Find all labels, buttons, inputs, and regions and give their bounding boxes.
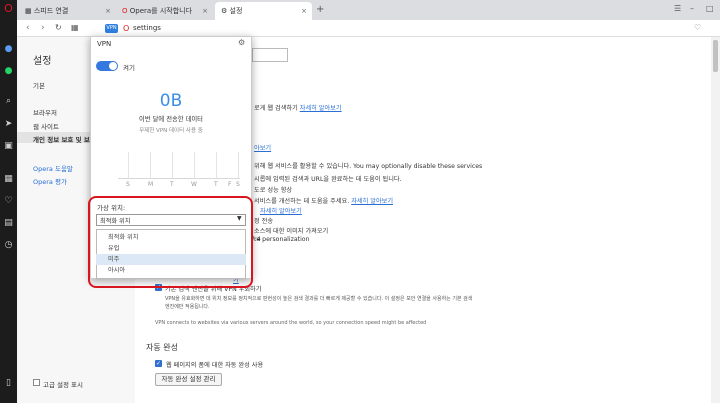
vpn-description-line1: VPN을 유효화하면 데 위치 정보를 정치적으로 판현성이 높은 검색 결과를… bbox=[165, 296, 473, 302]
vpn-description-line2: 엔진에만 적용됩니다. bbox=[165, 304, 210, 310]
opera-sidebar: O ● ● ⌕ ➤ ▣ ▦ ♡ ▤ ◷ ▯ bbox=[0, 0, 17, 403]
history-icon[interactable]: ◷ bbox=[3, 240, 14, 251]
graph-baseline bbox=[118, 178, 240, 179]
grid-icon: ▦ bbox=[25, 7, 32, 15]
gear-icon[interactable]: ⚙ bbox=[238, 38, 245, 47]
advanced-settings-checkbox[interactable] bbox=[33, 379, 40, 386]
messenger-icon[interactable]: ● bbox=[3, 44, 14, 55]
search-text-fragment: 로게 웹 검색하기 자세히 알아보기 bbox=[254, 105, 342, 112]
sidebar-toggle-icon[interactable]: ▯ bbox=[3, 378, 14, 389]
sidebar-item-basic[interactable]: 기본 bbox=[33, 80, 45, 90]
forward-button[interactable]: › bbox=[41, 23, 45, 33]
gear-icon: ⚙ bbox=[221, 7, 228, 15]
opera-icon: O bbox=[123, 24, 130, 33]
sidebar-item-websites[interactable]: 웹 사이트 bbox=[33, 121, 59, 131]
day-label: S bbox=[236, 181, 240, 188]
improve-services-text: 서비스를 개선하는 데 도움을 주세요. 자세히 알아보기 bbox=[254, 198, 394, 205]
send-info-text: 정 전송 bbox=[254, 218, 274, 225]
settings-search-input[interactable] bbox=[252, 48, 288, 62]
advanced-settings-label: 고급 설정 표시 bbox=[43, 381, 84, 389]
sidebar-item-rate-opera[interactable]: Opera 평가 bbox=[33, 176, 67, 186]
heart-icon[interactable]: ♡ bbox=[3, 196, 14, 207]
search-icon[interactable]: ⌕ bbox=[3, 96, 14, 107]
vpn-badge[interactable]: VPN bbox=[105, 24, 118, 33]
close-icon[interactable]: × bbox=[105, 2, 111, 20]
new-tab-button[interactable]: + bbox=[316, 4, 324, 15]
opera-logo-icon[interactable]: O bbox=[3, 3, 14, 14]
vpn-popup-title: VPN bbox=[97, 40, 112, 48]
day-label: S bbox=[126, 181, 130, 188]
graph-gridline bbox=[216, 152, 217, 178]
sidebar-item-help[interactable]: Opera 도움말 bbox=[33, 163, 73, 173]
day-label: M bbox=[148, 181, 154, 188]
tab-settings[interactable]: ⚙ 설정 × bbox=[215, 2, 312, 20]
graph-gridline bbox=[172, 152, 173, 178]
autocomplete-settings-button[interactable]: 자동 완성 설정 관리 bbox=[155, 373, 222, 386]
learn-more-link-2[interactable]: 자세히 알아보기 bbox=[260, 206, 302, 215]
whatsapp-icon[interactable]: ● bbox=[3, 66, 14, 77]
url-text[interactable]: settings bbox=[133, 24, 161, 32]
opera-icon: O bbox=[122, 7, 128, 15]
graph-gridline bbox=[238, 152, 239, 178]
sidebar-item-browser[interactable]: 브라우저 bbox=[33, 107, 57, 117]
day-label: W bbox=[191, 181, 197, 188]
address-bar[interactable] bbox=[103, 22, 703, 35]
graph-gridline bbox=[150, 152, 151, 178]
autocomplete-checkbox[interactable]: ✓ bbox=[155, 360, 162, 367]
send-icon[interactable]: ➤ bbox=[3, 119, 14, 130]
tabs-grid-icon[interactable]: ▦ bbox=[71, 23, 79, 32]
annotation-highlight bbox=[88, 196, 253, 288]
vpn-data-amount: 0B bbox=[159, 91, 183, 111]
reload-button[interactable]: ↻ bbox=[55, 23, 62, 32]
autocomplete-label: 웹 페이지의 폼에 대한 자동 완성 사용 bbox=[166, 362, 264, 369]
vpn-connection-note: VPN connects to websites via various ser… bbox=[155, 320, 427, 326]
scrollbar-thumb[interactable] bbox=[713, 40, 718, 72]
tab-speed-dial[interactable]: ▦ 스피드 연결 × bbox=[19, 2, 116, 20]
tab-menu-icon[interactable]: ☰ bbox=[674, 4, 681, 13]
graph-gridline bbox=[194, 152, 195, 178]
performance-text: 도로 성능 향상 bbox=[254, 187, 293, 194]
vpn-toggle-label: 켜기 bbox=[123, 64, 135, 72]
sidebar-item-privacy[interactable]: 개인 정보 보호 및 보 bbox=[33, 134, 90, 144]
back-button[interactable]: ‹ bbox=[26, 23, 30, 33]
speed-dial-icon[interactable]: ▦ bbox=[3, 174, 14, 185]
graph-gridline bbox=[128, 152, 129, 178]
vpn-data-caption: 이번 달에 전송한 데이터 bbox=[139, 116, 203, 123]
images-text: 소스에 대한 이미지 가져오기 bbox=[254, 228, 329, 235]
day-label: F bbox=[228, 181, 232, 188]
camera-icon[interactable]: ▣ bbox=[3, 141, 14, 152]
web-services-text: 위해 웹 서비스를 활용할 수 있습니다. You may optionally… bbox=[254, 163, 483, 170]
minimize-button[interactable]: – bbox=[690, 4, 694, 13]
scrollbar[interactable] bbox=[711, 37, 720, 403]
autocomplete-text: 시롭에 입력된 검색과 URL을 완료하는 데 도움이 됩니다. bbox=[254, 176, 402, 183]
personalization-text: re personalization bbox=[254, 236, 310, 243]
day-label: T bbox=[214, 181, 218, 188]
close-icon[interactable]: × bbox=[301, 2, 307, 20]
page-title: 설정 bbox=[33, 56, 52, 67]
day-label: T bbox=[170, 181, 174, 188]
maximize-button[interactable]: □ bbox=[706, 4, 714, 13]
tab-opera-welcome[interactable]: O Opera를 시작합니다 × bbox=[116, 2, 213, 20]
tab-strip: ▦ 스피드 연결 × O Opera를 시작합니다 × ⚙ 설정 × + ☰ –… bbox=[17, 0, 720, 20]
learn-more-link[interactable]: 아보기 bbox=[254, 143, 271, 152]
vpn-data-subcaption: 무제한 VPN 데이터 사용 중 bbox=[139, 128, 203, 134]
autocomplete-heading: 자동 완성 bbox=[146, 343, 178, 352]
close-icon[interactable]: × bbox=[202, 2, 208, 20]
vpn-toggle-knob bbox=[109, 62, 117, 70]
news-icon[interactable]: ▤ bbox=[3, 218, 14, 229]
